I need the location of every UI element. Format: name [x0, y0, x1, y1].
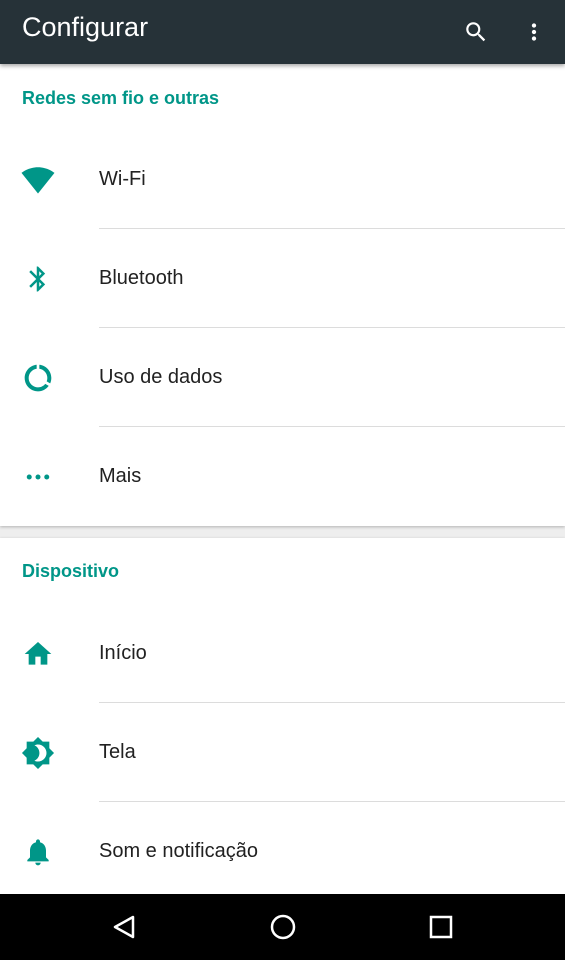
settings-item-sound[interactable]: Som e notificação [0, 802, 565, 901]
system-nav-bar [0, 894, 565, 960]
recents-icon [429, 915, 453, 939]
more-vert-icon [531, 23, 537, 41]
settings-item-label: Bluetooth [99, 267, 184, 289]
bluetooth-icon [29, 266, 46, 291]
home-icon [24, 641, 52, 665]
wireless-networks-section: Redes sem fio e outras Wi-Fi Bluetooth U… [0, 64, 565, 526]
brightness-icon [21, 736, 55, 769]
settings-item-more[interactable]: Mais [0, 427, 565, 526]
recents-button[interactable] [417, 903, 465, 951]
section-header-wireless: Redes sem fio e outras [22, 88, 220, 108]
data-usage-icon [24, 364, 52, 391]
settings-item-bluetooth[interactable]: Bluetooth [0, 229, 565, 328]
back-icon [113, 915, 135, 939]
page-title: Configurar [22, 12, 149, 42]
settings-item-label: Início [99, 642, 147, 664]
section-header-device: Dispositivo [22, 561, 120, 581]
settings-item-label: Wi-Fi [99, 168, 146, 190]
search-button[interactable] [452, 8, 500, 56]
search-icon [466, 22, 486, 42]
settings-item-label: Mais [99, 465, 142, 487]
more-options-button[interactable] [510, 8, 558, 56]
wifi-icon [21, 166, 55, 193]
settings-item-home[interactable]: Início [0, 604, 565, 703]
home-button[interactable] [259, 903, 307, 951]
settings-item-label: Tela [99, 741, 136, 763]
settings-item-display[interactable]: Tela [0, 703, 565, 802]
app-bar: Configurar [0, 0, 565, 64]
settings-item-label: Som e notificação [99, 840, 258, 862]
settings-item-label: Uso de dados [99, 366, 223, 388]
settings-item-wifi[interactable]: Wi-Fi [0, 130, 565, 229]
bell-icon [27, 838, 49, 865]
home-circle-icon [270, 914, 296, 940]
more-horiz-icon [26, 474, 50, 479]
settings-item-data-usage[interactable]: Uso de dados [0, 328, 565, 427]
device-section: Dispositivo Início Tela Som e notificaçã… [0, 538, 565, 894]
back-button[interactable] [100, 903, 148, 951]
